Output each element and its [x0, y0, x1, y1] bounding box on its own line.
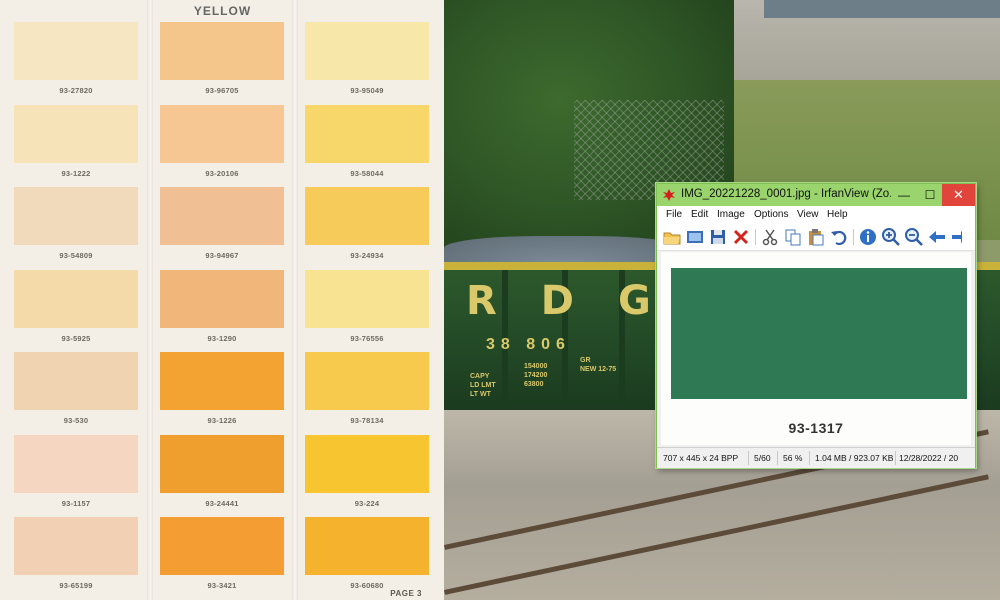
color-swatch — [305, 187, 429, 245]
status-divider — [748, 451, 749, 465]
close-button[interactable]: ✕ — [942, 184, 975, 206]
page-label: PAGE 3 — [390, 589, 422, 598]
menu-help[interactable]: Help — [827, 209, 848, 220]
save-icon[interactable] — [708, 227, 728, 247]
swatch-code: 93-1157 — [61, 498, 91, 508]
swatch-code: 93-1317 — [788, 420, 844, 436]
status-file-size: 1.04 MB / 923.07 KB — [815, 453, 893, 463]
image-canvas[interactable]: 93-1317 — [661, 252, 971, 445]
next-image-icon[interactable] — [950, 227, 962, 247]
window-title: IMG_20221228_0001.jpg - IrfanView (Zo... — [681, 188, 891, 200]
building — [764, 0, 1000, 18]
color-swatch — [305, 269, 429, 328]
open-folder-icon[interactable] — [662, 227, 682, 247]
delete-icon[interactable] — [731, 227, 751, 247]
color-swatch — [14, 517, 138, 575]
menu-options[interactable]: Options — [754, 209, 788, 220]
color-swatch — [160, 517, 284, 575]
paste-icon[interactable] — [806, 227, 826, 247]
irfanview-window[interactable]: IMG_20221228_0001.jpg - IrfanView (Zo...… — [656, 183, 976, 468]
status-divider — [809, 451, 810, 465]
swatch-code: 93-27820 — [59, 86, 93, 95]
toolbar — [657, 224, 975, 251]
status-index: 5/60 — [754, 453, 771, 463]
color-swatch — [305, 434, 429, 493]
menu-edit[interactable]: Edit — [691, 209, 708, 220]
swatch-code: 93-24441 — [205, 498, 239, 508]
swatch-code: 93-1290 — [207, 333, 237, 343]
zoom-in-icon[interactable] — [881, 227, 901, 247]
undo-icon[interactable] — [829, 227, 849, 247]
page-fold — [292, 0, 298, 600]
stencil-mid: 154000 174200 63800 — [524, 363, 548, 388]
color-swatch — [14, 434, 138, 493]
swatch-code: 93-530 — [63, 416, 89, 425]
title-bar[interactable]: IMG_20221228_0001.jpg - IrfanView (Zo...… — [657, 184, 975, 206]
color-swatch — [14, 352, 138, 410]
swatch-code: 93-5925 — [61, 333, 91, 343]
color-swatch — [305, 517, 429, 575]
color-swatch — [14, 187, 138, 245]
toolbar-separator — [853, 229, 854, 245]
color-swatch — [671, 268, 967, 399]
color-swatch — [160, 269, 284, 328]
color-swatch — [14, 269, 138, 328]
swatch-code: 93-224 — [354, 498, 380, 508]
status-date: 12/28/2022 / 20 — [899, 453, 959, 463]
swatch-code: 93-95049 — [350, 86, 384, 95]
swatch-code: 93-20106 — [205, 168, 239, 178]
swatch-code: 93-65199 — [59, 581, 93, 590]
color-swatch — [305, 352, 429, 410]
info-icon[interactable] — [858, 227, 878, 247]
swatch-code: 93-94967 — [205, 251, 239, 260]
car-number: 38 806 — [486, 336, 571, 353]
color-swatch — [160, 104, 284, 163]
stencil-right: GR NEW 12-75 — [580, 357, 617, 373]
swatch-code: 93-24934 — [350, 251, 384, 260]
copy-icon[interactable] — [783, 227, 803, 247]
swatch-code: 93-54809 — [59, 251, 93, 260]
color-swatch — [305, 22, 429, 80]
color-swatch — [160, 352, 284, 410]
swatch-code: 93-58044 — [350, 168, 384, 178]
swatch-code: 93-1222 — [61, 168, 91, 178]
slideshow-icon[interactable] — [685, 227, 705, 247]
swatch-code: 93-76556 — [350, 333, 384, 343]
menu-bar: File Edit Image Options View Help — [657, 206, 975, 224]
color-swatch — [160, 434, 284, 493]
swatch-code: 93-96705 — [205, 86, 239, 95]
minimize-button[interactable]: — — [891, 184, 917, 206]
previous-image-icon[interactable] — [927, 227, 947, 247]
menu-file[interactable]: File — [666, 209, 682, 220]
toolbar-separator — [755, 229, 756, 245]
swatch-code: 93-78134 — [350, 416, 384, 425]
chart-title: YELLOW — [193, 4, 252, 18]
status-dimensions: 707 x 445 x 24 BPP — [663, 453, 739, 463]
maximize-button[interactable]: ☐ — [917, 184, 943, 206]
irfanview-app-icon — [662, 188, 676, 202]
status-divider — [777, 451, 778, 465]
color-swatch — [160, 187, 284, 245]
cut-icon[interactable] — [760, 227, 780, 247]
stencil-left: CAPY LD LMT LT WT — [470, 373, 496, 398]
swatch-code: 93-3421 — [207, 581, 237, 590]
page-fold — [147, 0, 153, 600]
status-divider — [895, 451, 896, 465]
menu-image[interactable]: Image — [717, 209, 745, 220]
color-swatch — [14, 22, 138, 80]
color-chart-scan: YELLOW 93-27820 93-1222 93-54809 93-5925 93-… — [0, 0, 444, 600]
menu-view[interactable]: View — [797, 209, 819, 220]
color-swatch — [305, 104, 429, 163]
status-zoom: 56 % — [783, 453, 803, 463]
color-swatch — [160, 22, 284, 80]
zoom-out-icon[interactable] — [904, 227, 924, 247]
color-swatch — [14, 104, 138, 163]
status-bar: 707 x 445 x 24 BPP 5/60 56 % 1.04 MB / 9… — [657, 447, 975, 468]
swatch-code: 93-1226 — [207, 416, 237, 425]
